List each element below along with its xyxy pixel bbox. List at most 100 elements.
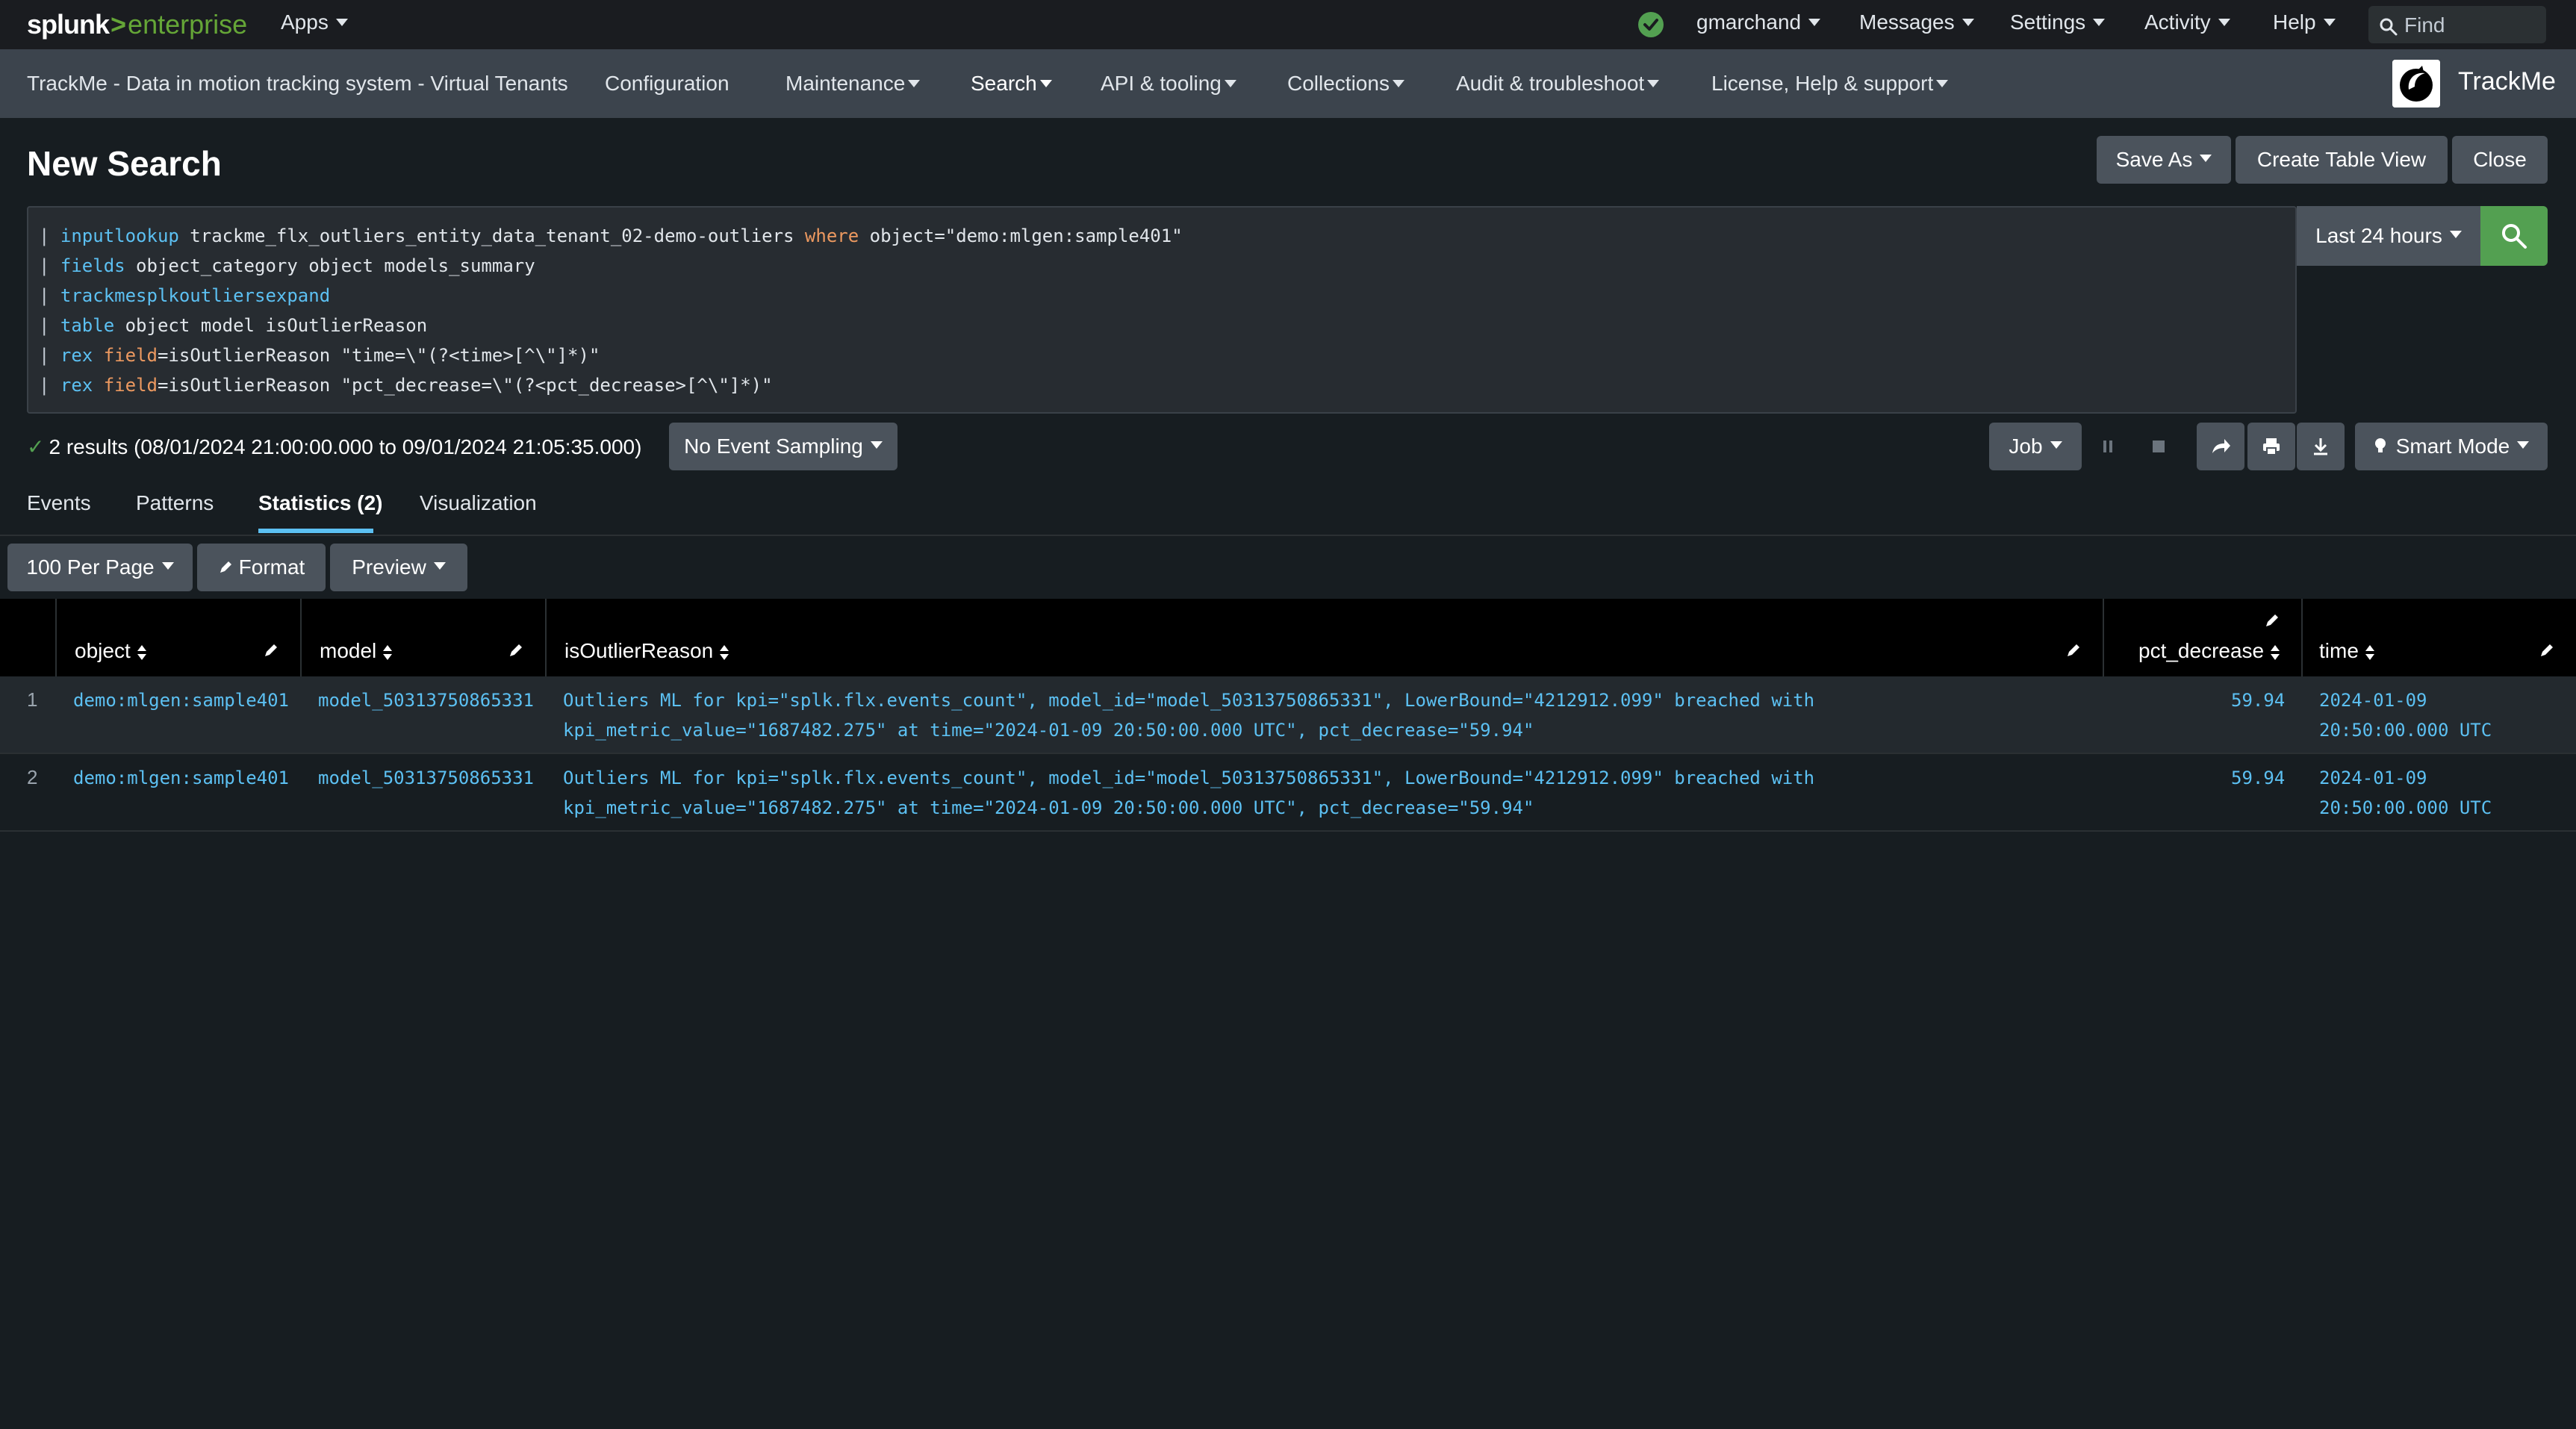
column-label: pct_decrease [2138, 639, 2265, 662]
pencil-icon [220, 561, 231, 573]
query-line: | fields object_category object models_s… [39, 251, 2285, 281]
stop-icon[interactable] [2147, 435, 2170, 458]
chevron-down-icon [161, 562, 174, 570]
create-table-view-button[interactable]: Create Table View [2236, 136, 2448, 184]
chevron-down-icon [1936, 79, 1949, 87]
query-command: fields [60, 255, 125, 276]
nav-license-help[interactable]: License, Help & support [1711, 72, 1949, 96]
query-args: object model isOutlierReason [114, 315, 428, 336]
nav-audit-troubleshoot[interactable]: Audit & troubleshoot [1456, 72, 1660, 96]
search-query-editor[interactable]: | inputlookup trackme_flx_outliers_entit… [27, 206, 2297, 414]
results-summary-text: 2 results (08/01/2024 21:00:00.000 to 09… [49, 435, 642, 458]
cell-reason-line1[interactable]: Outliers ML for kpi="splk.flx.events_cou… [563, 685, 1814, 715]
lightbulb-icon [2374, 438, 2386, 452]
health-status-icon[interactable] [1638, 12, 1664, 37]
query-pipe: | [39, 375, 50, 396]
query-args-rest: =isOutlierReason "pct_decrease=\"(?<pct_… [157, 375, 773, 396]
splunk-logo[interactable]: splunk>enterprise [27, 9, 247, 40]
query-line: | inputlookup trackme_flx_outliers_entit… [39, 221, 2285, 251]
app-title-link[interactable]: TrackMe - Data in motion tracking system… [27, 72, 568, 96]
apps-menu[interactable]: Apps [281, 10, 348, 34]
cell-time-clock[interactable]: 20:50:00.000 UTC [2319, 715, 2492, 745]
column-header-pct-decrease[interactable]: pct_decrease [2138, 639, 2280, 663]
chevron-down-icon [1808, 18, 1821, 26]
share-button[interactable] [2197, 423, 2244, 470]
job-menu-button[interactable]: Job [1989, 423, 2082, 470]
row-number: 2 [27, 766, 38, 788]
cell-time-date[interactable]: 2024-01-09 [2319, 763, 2427, 793]
query-keyword: where [804, 225, 859, 246]
cell-object[interactable]: demo:mlgen:sample401 [73, 685, 289, 715]
column-label: time [2319, 639, 2359, 662]
cell-reason-line2[interactable]: kpi_metric_value="1687482.275" at time="… [563, 715, 1534, 745]
cell-model[interactable]: model_50313750865331 [318, 763, 534, 793]
sort-icon [137, 644, 146, 660]
export-button[interactable] [2297, 423, 2345, 470]
edit-column-icon[interactable] [508, 642, 524, 659]
query-pipe: | [39, 315, 50, 336]
per-page-label: 100 Per Page [26, 555, 155, 579]
chevron-down-icon [1224, 79, 1236, 87]
tab-events[interactable]: Events [27, 491, 91, 515]
cell-time-clock[interactable]: 20:50:00.000 UTC [2319, 793, 2492, 823]
print-button[interactable] [2247, 423, 2295, 470]
query-pipe: | [39, 345, 50, 366]
column-header-time[interactable]: time [2319, 639, 2375, 663]
trackme-logo-icon [2392, 60, 2440, 108]
pause-icon[interactable] [2097, 435, 2119, 458]
format-label: Format [238, 555, 305, 579]
close-button[interactable]: Close [2452, 136, 2548, 184]
page-title: New Search [27, 144, 222, 183]
cell-pct-decrease[interactable]: 59.94 [2231, 685, 2285, 715]
event-sampling-label: No Event Sampling [684, 435, 863, 458]
edit-column-icon[interactable] [2264, 612, 2280, 629]
chevron-down-icon [335, 18, 348, 26]
column-header-object[interactable]: object [75, 639, 147, 663]
nav-search-label: Search [971, 72, 1037, 95]
nav-maintenance[interactable]: Maintenance [785, 72, 921, 96]
tab-visualization[interactable]: Visualization [420, 491, 537, 515]
messages-menu[interactable]: Messages [1859, 10, 1974, 34]
cell-reason-line1[interactable]: Outliers ML for kpi="splk.flx.events_cou… [563, 763, 1814, 793]
edit-column-icon[interactable] [263, 642, 279, 659]
run-search-button[interactable] [2480, 206, 2548, 266]
cell-time-date[interactable]: 2024-01-09 [2319, 685, 2427, 715]
event-sampling-dropdown[interactable]: No Event Sampling [669, 423, 897, 470]
help-menu[interactable]: Help [2273, 10, 2336, 34]
row-divider [0, 830, 2576, 832]
nav-configuration[interactable]: Configuration [605, 72, 729, 96]
column-header-isoutlierreason[interactable]: isOutlierReason [564, 639, 729, 663]
nav-api-tooling-label: API & tooling [1101, 72, 1222, 95]
format-button[interactable]: Format [197, 544, 326, 591]
search-mode-dropdown[interactable]: Smart Mode [2355, 423, 2548, 470]
nav-collections[interactable]: Collections [1287, 72, 1404, 96]
save-as-button[interactable]: Save As [2097, 136, 2231, 184]
edit-column-icon[interactable] [2065, 642, 2082, 659]
job-menu-label: Job [2009, 435, 2043, 458]
activity-menu[interactable]: Activity [2144, 10, 2230, 34]
query-line: | rex field=isOutlierReason "pct_decreas… [39, 370, 2285, 400]
cell-reason-line2[interactable]: kpi_metric_value="1687482.275" at time="… [563, 793, 1534, 823]
per-page-dropdown[interactable]: 100 Per Page [7, 544, 193, 591]
nav-api-tooling[interactable]: API & tooling [1101, 72, 1236, 96]
edit-column-icon[interactable] [2539, 642, 2555, 659]
nav-search[interactable]: Search [971, 72, 1052, 96]
settings-menu[interactable]: Settings [2010, 10, 2106, 34]
cell-pct-decrease[interactable]: 59.94 [2231, 763, 2285, 793]
cell-object[interactable]: demo:mlgen:sample401 [73, 763, 289, 793]
column-divider [300, 599, 302, 676]
user-menu[interactable]: gmarchand [1696, 10, 1821, 34]
tab-patterns[interactable]: Patterns [136, 491, 214, 515]
activity-menu-label: Activity [2144, 10, 2211, 34]
find-input[interactable]: Find [2368, 6, 2546, 43]
active-tab-indicator [258, 529, 373, 533]
cell-model[interactable]: model_50313750865331 [318, 685, 534, 715]
column-label: object [75, 639, 131, 662]
column-header-model[interactable]: model [320, 639, 393, 663]
tabs-divider [0, 535, 2576, 536]
preview-dropdown[interactable]: Preview [330, 544, 467, 591]
tab-statistics[interactable]: Statistics (2) [258, 491, 383, 515]
chevron-down-icon [2323, 18, 2336, 26]
nav-maintenance-label: Maintenance [785, 72, 906, 95]
time-range-picker[interactable]: Last 24 hours [2297, 206, 2480, 266]
